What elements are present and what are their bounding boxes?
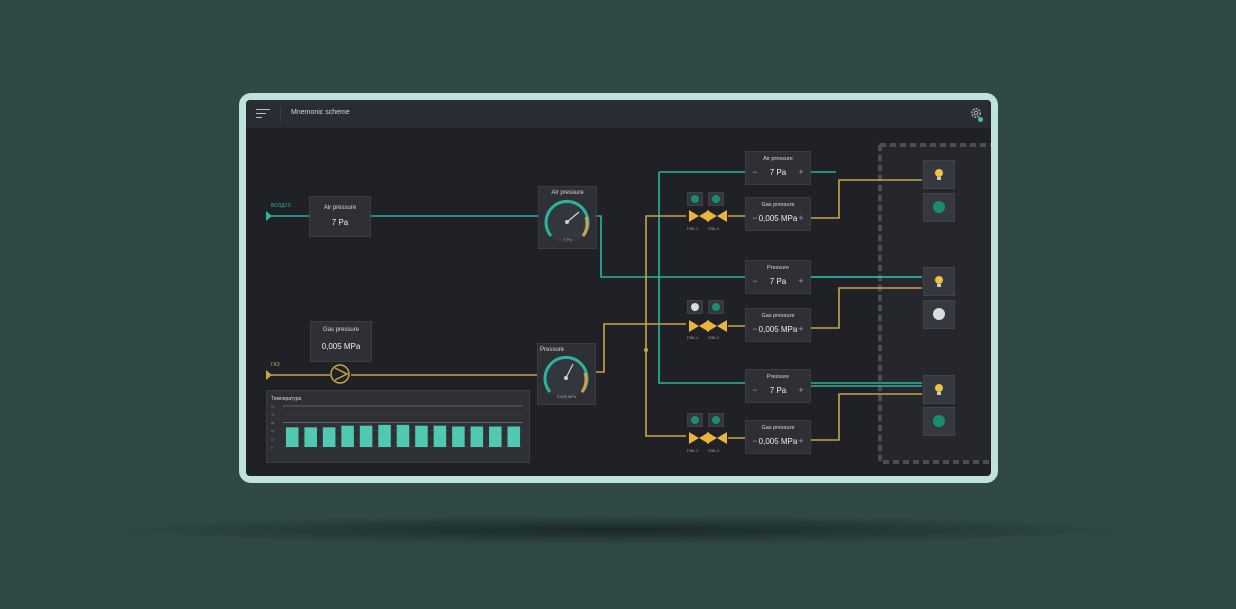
y-tick-label: 0	[271, 446, 273, 450]
gas-gauge-unit: 0,005 MPa	[556, 394, 577, 399]
chart-bar	[433, 425, 447, 447]
increment-button[interactable]: +	[796, 436, 806, 446]
status-light-icon	[933, 201, 945, 213]
y-tick-label: 20	[271, 429, 275, 433]
valve-indicator	[687, 300, 703, 314]
chart-bar	[452, 426, 465, 447]
pressure-stepper[interactable]: Pressure − 7 Pa +	[745, 260, 811, 294]
increment-button[interactable]: +	[796, 324, 806, 334]
gas-pressure-stepper[interactable]: Gas pressure − 0,005 MPa +	[745, 420, 811, 454]
valve-indicator	[708, 192, 724, 206]
chart-bar	[489, 426, 502, 447]
gas-pressure-value: 0,005 MPa	[321, 342, 361, 351]
air-gauge-panel: Air pressure 7 Pa	[538, 186, 597, 249]
lightbulb-icon	[935, 169, 943, 180]
stepper-label: Gas pressure	[761, 202, 795, 208]
valve-label: ПЗК-2	[708, 448, 720, 453]
gas-gauge-panel: Pressure 0,005 MPa	[537, 343, 596, 405]
lamp-indicator	[923, 193, 955, 222]
stepper-value: 7 Pa	[769, 168, 787, 177]
air-pressure-panel: Air pressure 7 Pa	[309, 196, 371, 237]
status-light-icon	[933, 415, 945, 427]
stepper-label: Air pressure	[763, 156, 793, 162]
air-pressure-value: 7 Pa	[331, 218, 349, 227]
gas-pressure-label: Gas pressure	[322, 327, 359, 333]
lightbulb-icon	[935, 276, 943, 287]
stepper-label: Gas pressure	[761, 425, 795, 431]
lamp-indicator	[923, 160, 955, 189]
chart-bar	[304, 427, 317, 447]
chart-bar	[470, 426, 484, 447]
valve-label: ПЗК-2	[708, 226, 720, 231]
air-gauge-unit: 7 Pa	[563, 237, 572, 242]
air-inlet-label: ВОЗДУХ	[271, 203, 292, 209]
gas-pressure-stepper[interactable]: Gas pressure − 0,005 MPa +	[745, 197, 811, 231]
chart-bar	[415, 425, 428, 447]
increment-button[interactable]: +	[796, 276, 806, 286]
valve-label: ПЗК-2	[708, 335, 720, 340]
y-tick-label: 40	[271, 413, 275, 417]
lamp-indicator	[923, 300, 955, 329]
gas-pressure-stepper[interactable]: Gas pressure − 0,005 MPa +	[745, 308, 811, 342]
y-tick-label: 10	[271, 437, 275, 441]
stepper-value: 7 Pa	[769, 386, 787, 395]
air-pressure-stepper[interactable]: Air pressure − 7 Pa +	[745, 151, 811, 185]
pressure-stepper[interactable]: Pressure − 7 Pa +	[745, 369, 811, 403]
valve-label: ПЗК-1	[687, 335, 699, 340]
chart-bar	[285, 427, 299, 447]
valve-indicator	[687, 192, 703, 206]
y-tick-label: 30	[271, 421, 275, 425]
lamp-indicator	[923, 267, 955, 296]
air-pressure-label: Air pressure	[323, 205, 357, 211]
chart-bar	[322, 427, 336, 447]
stepper-label: Gas pressure	[761, 313, 795, 319]
increment-button[interactable]: +	[796, 213, 806, 223]
valve-indicator	[687, 413, 703, 427]
increment-button[interactable]: +	[796, 167, 806, 177]
device-shadow	[90, 515, 1150, 545]
lightbulb-icon	[935, 384, 943, 395]
stepper-value: 0,005 MPa	[758, 437, 798, 446]
stepper-value: 0,005 MPa	[758, 325, 798, 334]
valve-indicator	[708, 300, 724, 314]
valve-icon[interactable]	[687, 430, 727, 448]
status-light-icon	[933, 308, 945, 320]
chart-bar	[378, 424, 391, 447]
valve-label: ПЗК-1	[687, 448, 699, 453]
stepper-value: 0,005 MPa	[758, 214, 798, 223]
app-screen: Mnemonic scheme ВОЗДУХ ГАЗ Air pressure …	[246, 100, 991, 476]
y-tick-label: 50	[271, 405, 275, 409]
temperature-chart-panel: Температура 50 40 30 20 10 0	[266, 390, 530, 463]
chart-bar	[341, 425, 354, 447]
lamp-indicator	[923, 407, 955, 436]
gas-pressure-panel: Gas pressure 0,005 MPa	[310, 321, 372, 362]
chart-bar	[507, 426, 521, 447]
valve-icon[interactable]	[687, 318, 727, 336]
valve-label: ПЗК-1	[687, 226, 699, 231]
lamp-indicator	[923, 375, 955, 404]
valve-indicator	[708, 413, 724, 427]
stepper-label: Pressure	[766, 265, 789, 271]
valve-icon[interactable]	[687, 208, 727, 226]
stepper-value: 7 Pa	[769, 277, 787, 286]
temperature-chart: 50 40 30 20 10 0	[271, 405, 523, 450]
stepper-label: Pressure	[766, 374, 789, 380]
gas-inlet-label: ГАЗ	[271, 362, 280, 368]
chart-bar	[359, 425, 373, 447]
chart-bar	[396, 424, 410, 447]
increment-button[interactable]: +	[796, 385, 806, 395]
